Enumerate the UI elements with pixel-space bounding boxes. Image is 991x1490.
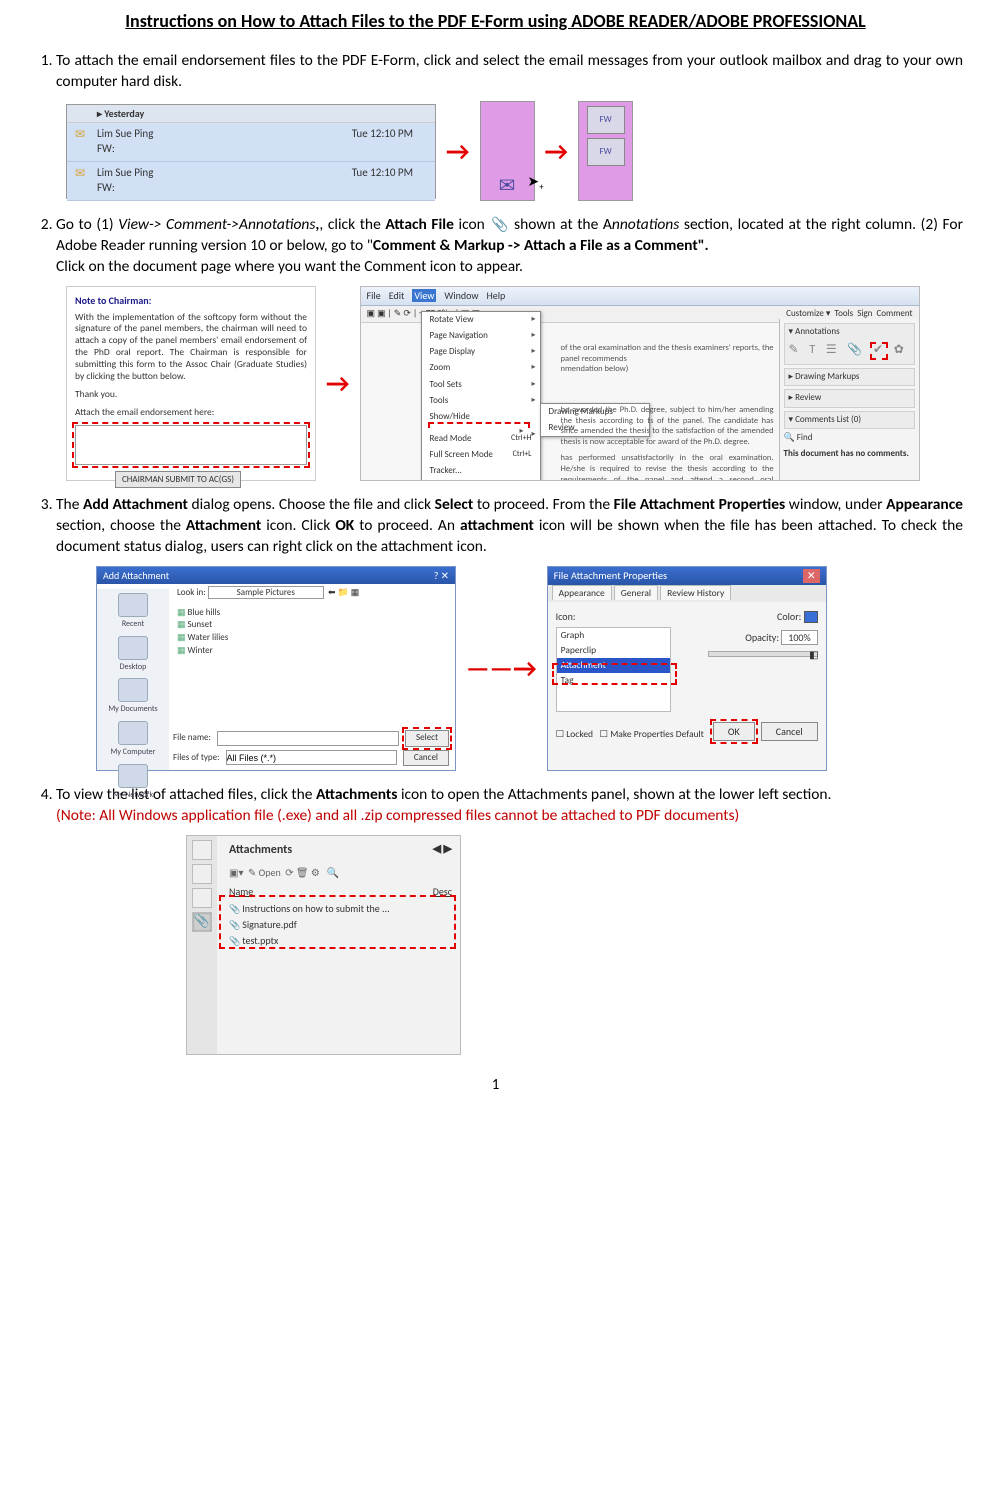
attachment-list[interactable]: NameDesc Instructions on how to submit t… bbox=[221, 881, 460, 951]
step-3: The Add Attachment dialog opens. Choose … bbox=[56, 495, 963, 771]
file-attachment-properties-dialog: File Attachment Properties✕ AppearanceGe… bbox=[547, 566, 827, 771]
outlook-message-list: ▸ Yesterday ✉ Lim Sue PingFW: Tue 12:10 … bbox=[66, 104, 436, 199]
page-thumb-icon[interactable] bbox=[192, 840, 212, 860]
help-close-icons[interactable]: ? ✕ bbox=[434, 569, 449, 583]
paperclip-icon bbox=[491, 218, 507, 234]
file-name-input[interactable] bbox=[217, 731, 399, 746]
arrow-icon: → bbox=[326, 366, 350, 401]
places-bar[interactable]: Recent Desktop My Documents My Computer … bbox=[97, 589, 169, 770]
envelope-icon: ✉ bbox=[75, 166, 85, 182]
select-button[interactable]: Select bbox=[405, 730, 449, 746]
attachment-drop-area[interactable] bbox=[75, 425, 307, 465]
bookmark-icon[interactable] bbox=[192, 864, 212, 884]
locked-checkbox[interactable]: ☐ Locked bbox=[556, 728, 593, 740]
tabs[interactable]: AppearanceGeneralReview History bbox=[548, 585, 826, 602]
figure-1: ▸ Yesterday ✉ Lim Sue PingFW: Tue 12:10 … bbox=[56, 101, 963, 201]
mail-row[interactable]: ✉ Lim Sue PingFW: Tue 12:10 PM bbox=[67, 162, 435, 201]
close-icon[interactable]: ✕ bbox=[803, 569, 820, 583]
adobe-window: FileEditViewWindowHelp ▣ ▣ | ✎ ⟳ | + 77.… bbox=[360, 286, 920, 481]
msg-file-icon: FW bbox=[587, 106, 625, 134]
desktop-drop-result: FW FW bbox=[578, 101, 633, 201]
layers-icon[interactable] bbox=[192, 888, 212, 908]
warning-note: (Note: All Windows application file (.ex… bbox=[56, 806, 739, 825]
make-default-checkbox[interactable]: ☐ Make Properties Default bbox=[600, 728, 704, 740]
arrow-icon: → bbox=[545, 134, 569, 169]
envelope-icon: ✉ bbox=[75, 127, 85, 143]
panel-header: Attachments ◀ ▶ bbox=[221, 836, 460, 864]
file-list[interactable]: Blue hills Sunset Water lilies Winter bbox=[177, 607, 228, 657]
group-header: ▸ Yesterday bbox=[67, 105, 435, 124]
cancel-button[interactable]: Cancel bbox=[403, 750, 449, 766]
menubar[interactable]: FileEditViewWindowHelp bbox=[361, 287, 919, 306]
chairman-submit-button[interactable]: CHAIRMAN SUBMIT TO AC(GS) bbox=[115, 471, 241, 488]
figure-2: Note to Chairman: With the implementatio… bbox=[56, 286, 963, 481]
attachments-panel: 📎 Attachments ◀ ▶ ▣▾ ✎ Open ⟳ 🗑 ⚙ 🔍 Name… bbox=[186, 835, 461, 1055]
form-note-box: Note to Chairman: With the implementatio… bbox=[66, 286, 316, 481]
drag-target-preview: ✉ ➤+ bbox=[480, 101, 535, 201]
figure-3: Add Attachment? ✕ Look in: Sample Pictur… bbox=[86, 566, 963, 771]
doc-body-text: of the oral examination and the thesis e… bbox=[561, 343, 774, 481]
msg-file-icon: FW bbox=[587, 138, 625, 166]
figure-4: 📎 Attachments ◀ ▶ ▣▾ ✎ Open ⟳ 🗑 ⚙ 🔍 Name… bbox=[56, 835, 963, 1055]
step-2: Go to (1) View-> Comment->Annotations,, … bbox=[56, 215, 963, 481]
mail-row[interactable]: ✉ Lim Sue PingFW: Tue 12:10 PM bbox=[67, 123, 435, 162]
add-attachment-dialog: Add Attachment? ✕ Look in: Sample Pictur… bbox=[96, 566, 456, 771]
cursor-icon: ➤+ bbox=[527, 173, 543, 194]
panel-nav-icons[interactable]: ◀ ▶ bbox=[433, 842, 452, 857]
nav-rail[interactable]: 📎 bbox=[187, 836, 217, 1054]
panel-toolbar[interactable]: ▣▾ ✎ Open ⟳ 🗑 ⚙ 🔍 bbox=[221, 864, 460, 882]
file-type-input[interactable] bbox=[226, 750, 397, 765]
cancel-button[interactable]: Cancel bbox=[761, 722, 818, 742]
step-4: To view the list of attached files, clic… bbox=[56, 785, 963, 1055]
arrow-icon: ——→ bbox=[466, 651, 537, 686]
comment-pane[interactable]: ▾ Annotations ✎ T ☰ 📎 ✔ ✿ ▸ Drawing Mark… bbox=[779, 319, 919, 480]
step-1: To attach the email endorsement files to… bbox=[56, 51, 963, 201]
page-title: Instructions on How to Attach Files to t… bbox=[28, 10, 963, 33]
attachments-icon[interactable]: 📎 bbox=[192, 912, 212, 932]
page-number: 1 bbox=[28, 1075, 963, 1095]
arrow-icon: → bbox=[446, 134, 470, 169]
ok-button[interactable]: OK bbox=[713, 722, 755, 742]
view-menu[interactable]: Rotate View Page Navigation Page Display… bbox=[421, 311, 541, 481]
